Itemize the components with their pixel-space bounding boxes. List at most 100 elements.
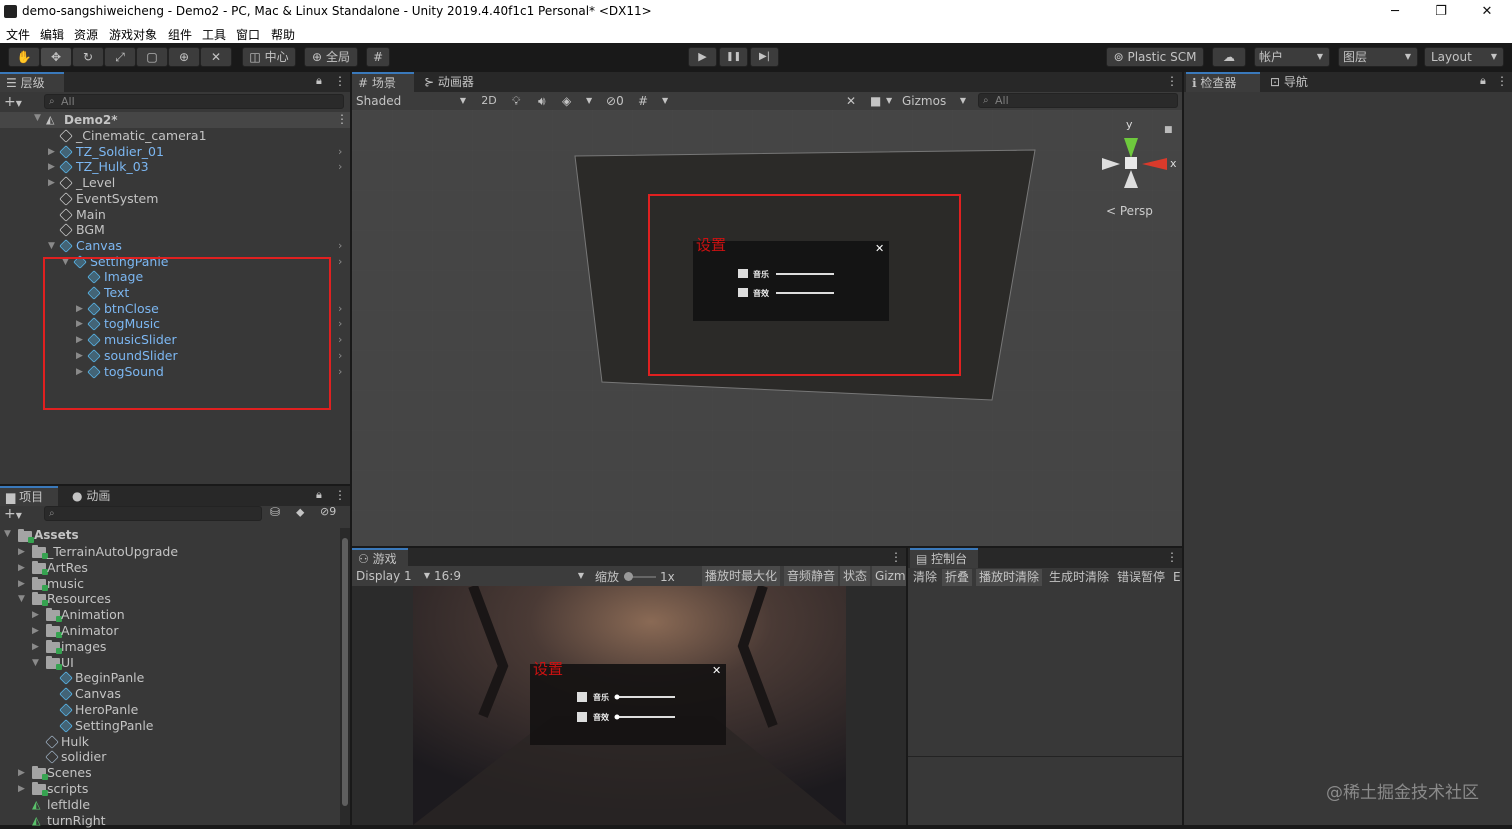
more-options-icon[interactable]: ⋮ [1166,74,1178,88]
collapse-arrow-icon[interactable]: ▼ [32,655,39,671]
expand-arrow-icon[interactable]: ▼ [34,113,41,123]
project-item[interactable]: ◭ leftIdle [0,797,340,813]
hierarchy-item[interactable]: ▶ TZ_Hulk_03 › [0,159,350,175]
maximize-on-play-button[interactable]: 播放时最大化 [702,566,781,586]
hierarchy-item[interactable]: EventSystem [0,191,350,207]
menu-gameobject[interactable]: 游戏对象 [109,26,157,43]
tab-inspector[interactable]: ℹ 检查器 [1186,72,1260,92]
project-item[interactable]: ◭ turnRight [0,813,340,829]
more-options-icon[interactable]: ⋮ [1166,550,1178,564]
lock-icon[interactable]: ■ [1164,125,1173,135]
tab-game[interactable]: ⚇ 游戏 [352,548,408,568]
menu-edit[interactable]: 编辑 [40,26,64,43]
expand-arrow-icon[interactable]: ▶ [48,159,55,175]
minimize-button[interactable]: ─ [1372,2,1418,22]
clear-on-play-button[interactable]: 播放时清除 [976,569,1043,586]
open-prefab-icon[interactable]: › [338,301,342,317]
error-pause-button[interactable]: 错误暂停 [1114,569,1169,586]
tab-animation[interactable]: ● 动画 [66,486,116,506]
transform-tool-button[interactable]: ⊕ [168,47,200,67]
project-item[interactable]: ▼ Resources [0,591,340,607]
tools-icon[interactable]: ✕ [846,93,856,109]
filter-by-type-icon[interactable]: ⛁ [270,505,280,519]
more-options-icon[interactable]: ⋮ [336,112,348,126]
clear-on-build-button[interactable]: 生成时清除 [1046,569,1113,586]
step-button[interactable]: ▶| [750,47,779,67]
collapse-arrow-icon[interactable]: ▼ [48,238,55,254]
close-window-button[interactable]: ✕ [1464,2,1510,22]
maximize-button[interactable]: ❐ [1418,2,1464,22]
plastic-scm-button[interactable]: ⊚ Plastic SCM [1106,47,1204,67]
rect-tool-button[interactable]: ▢ [136,47,168,67]
account-dropdown[interactable]: 帐户 ▼ [1254,47,1330,67]
pivot-toggle-button[interactable]: ◫ 中心 [242,47,296,67]
project-item[interactable]: ▶ ArtRes [0,560,340,576]
tab-hierarchy[interactable]: ☰ 层级 [0,72,64,92]
open-prefab-icon[interactable]: › [338,364,342,380]
lighting-icon[interactable]: 💡︎ [512,93,520,109]
more-options-icon[interactable]: ⋮ [334,488,346,502]
slider-handle[interactable] [624,572,633,581]
tab-animator[interactable]: ⊱ 动画器 [418,72,480,92]
layers-dropdown[interactable]: 图层 ▼ [1338,47,1418,67]
play-button[interactable]: ▶ [688,47,717,67]
collapse-button[interactable]: 折叠 [942,569,973,586]
project-scrollbar[interactable] [340,528,350,825]
pause-button[interactable]: ❚❚ [719,47,748,67]
snap-button[interactable]: # [366,47,390,67]
scene-viewport[interactable]: 音乐 音效 设置 ✕ y x ■ < Persp [352,110,1182,546]
project-search-input[interactable] [44,506,262,521]
collapse-arrow-icon[interactable]: ▼ [18,591,25,607]
expand-arrow-icon[interactable]: ▶ [18,765,25,781]
open-prefab-icon[interactable]: › [338,316,342,332]
hierarchy-item[interactable]: BGM [0,222,350,238]
tab-console[interactable]: ▤ 控制台 [910,548,978,568]
hierarchy-item[interactable]: _Cinematic_camera1 [0,128,350,144]
hierarchy-item[interactable]: Main [0,207,350,223]
hierarchy-item[interactable]: ▶ TZ_Soldier_01 › [0,144,350,160]
mute-audio-button[interactable]: 音频静音 [784,566,839,586]
lock-icon[interactable]: 🔒︎ [316,74,322,88]
layout-dropdown[interactable]: Layout ▼ [1424,47,1504,67]
display-dropdown[interactable]: Display 1 ▼ [356,568,430,584]
project-item[interactable]: ▶ _TerrainAutoUpgrade [0,544,340,560]
menu-file[interactable]: 文件 [6,26,30,43]
more-options-icon[interactable]: ⋮ [1496,74,1508,88]
project-item[interactable]: ▶ Animation [0,607,340,623]
expand-arrow-icon[interactable]: ▶ [18,576,25,592]
project-item[interactable]: ▶ music [0,576,340,592]
project-item[interactable]: solidier [0,749,340,765]
hierarchy-item[interactable]: ▼ Canvas › [0,238,350,254]
hierarchy-search-input[interactable]: All [44,94,344,109]
project-item[interactable]: BeginPanle [0,670,340,686]
expand-arrow-icon[interactable]: ▶ [32,639,39,655]
menu-tools[interactable]: 工具 [202,26,226,43]
2d-toggle[interactable]: 2D [476,93,502,109]
gizmos-dropdown[interactable]: Gizmos ▼ [902,93,968,109]
audio-icon[interactable]: 🔊︎ [538,93,546,109]
cloud-button[interactable]: ☁ [1212,47,1246,67]
projection-toggle[interactable]: < Persp [1106,204,1153,218]
lock-icon[interactable]: 🔒︎ [316,488,322,502]
aspect-dropdown[interactable]: 16:9 ▼ [434,568,586,584]
expand-arrow-icon[interactable]: ▶ [18,560,25,576]
open-prefab-icon[interactable]: › [338,238,342,254]
project-item[interactable]: SettingPanle [0,718,340,734]
menu-component[interactable]: 组件 [168,26,192,43]
scene-header[interactable]: ▼ ◭ Demo2* ⋮ [0,112,350,128]
expand-arrow-icon[interactable]: ▶ [32,623,39,639]
more-options-icon[interactable]: ⋮ [334,74,346,88]
tab-project[interactable]: ▆ 项目 [0,486,58,506]
hidden-packages-toggle[interactable]: ⊘9 [320,505,336,518]
lock-icon[interactable]: 🔒︎ [1480,74,1486,88]
gizmos-button[interactable]: Gizmo [872,566,906,586]
hidden-objects-toggle[interactable]: ⊘0 [606,93,624,109]
project-item[interactable]: Canvas [0,686,340,702]
project-item[interactable]: ▶ Animator [0,623,340,639]
chevron-down-icon[interactable]: ▼ [662,93,668,109]
open-prefab-icon[interactable]: › [338,144,342,160]
expand-arrow-icon[interactable]: ▶ [48,175,55,191]
project-item[interactable]: ▶ Scenes [0,765,340,781]
clear-button[interactable]: 清除 [910,569,941,586]
effects-icon[interactable]: ◈ [562,93,571,109]
